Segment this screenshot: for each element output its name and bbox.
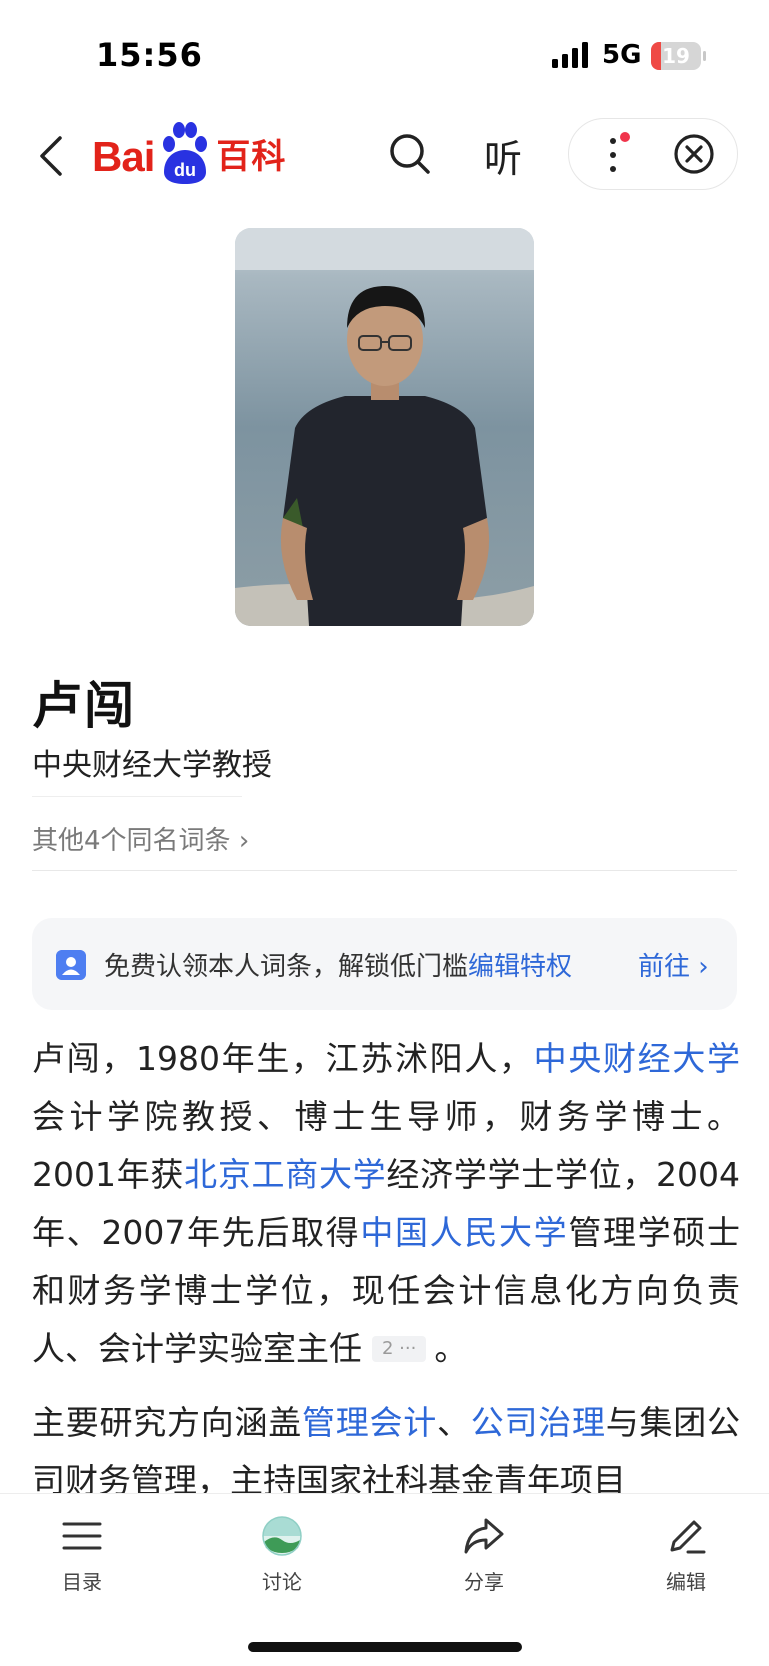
- text: 主要研究方向涵盖: [32, 1403, 302, 1442]
- status-time: 15:56: [96, 36, 203, 74]
- toolbar-label: 目录: [62, 1570, 102, 1594]
- chevron-right-icon: ›: [698, 952, 709, 982]
- status-bar: 15:56 5G 19: [0, 0, 769, 110]
- battery-icon: 19: [651, 42, 701, 70]
- claim-text-main: 免费认领本人词条，解锁低门槛: [104, 952, 469, 982]
- person-card-icon: [56, 950, 86, 980]
- claim-entry-banner[interactable]: 免费认领本人词条，解锁低门槛编辑特权 前往 ›: [32, 918, 737, 1010]
- entry-photo[interactable]: [235, 228, 534, 626]
- toolbar-contents-button[interactable]: 目录: [22, 1512, 142, 1595]
- text: 。: [434, 1329, 468, 1368]
- battery-level: 19: [662, 44, 690, 68]
- text: 卢闯，1980年生，江苏沭阳人，: [32, 1039, 534, 1078]
- list-icon: [62, 1522, 102, 1550]
- logo-bai-text: Bai: [92, 133, 155, 180]
- toolbar-discussion-button[interactable]: 讨论: [222, 1512, 342, 1595]
- discussion-icon: [262, 1516, 302, 1556]
- divider: [32, 796, 242, 797]
- homonym-label: 其他4个同名词条: [32, 826, 231, 856]
- logo-baike-text: 百科: [216, 137, 287, 177]
- article-body: 卢闯，1980年生，江苏沭阳人，中央财经大学会计学院教授、博士生导师，财务学博士…: [32, 1030, 740, 1510]
- toolbar-label: 编辑: [666, 1570, 706, 1594]
- homonym-entries-link[interactable]: 其他4个同名词条 ›: [32, 820, 249, 857]
- toolbar-share-button[interactable]: 分享: [424, 1512, 544, 1595]
- divider: [32, 870, 737, 871]
- edit-icon: [670, 1520, 706, 1554]
- entry-title: 卢闯: [32, 677, 136, 735]
- signal-icon: [552, 42, 588, 68]
- listen-button[interactable]: 听: [484, 128, 522, 183]
- toolbar-label: 分享: [464, 1570, 504, 1594]
- link-management-accounting[interactable]: 管理会计: [302, 1403, 437, 1442]
- logo-du-text: du: [174, 160, 196, 180]
- home-indicator[interactable]: [248, 1642, 522, 1652]
- toolbar-label: 讨论: [262, 1570, 302, 1594]
- chevron-right-icon: ›: [238, 826, 250, 856]
- link-cufe[interactable]: 中央财经大学: [534, 1039, 740, 1078]
- more-options-icon[interactable]: [599, 131, 639, 179]
- search-icon[interactable]: [386, 130, 434, 178]
- bottom-toolbar: 目录 讨论 分享 编辑: [0, 1493, 769, 1666]
- network-type: 5G: [602, 40, 642, 70]
- baidu-paw-icon: du: [163, 122, 208, 184]
- baidu-baike-logo[interactable]: Bai du 百科: [92, 116, 286, 186]
- text: 、: [437, 1403, 471, 1442]
- back-chevron-icon[interactable]: [32, 130, 72, 182]
- share-icon: [464, 1518, 504, 1554]
- close-circle-icon[interactable]: [673, 133, 715, 175]
- notification-dot: [620, 132, 630, 142]
- edit-privilege-link[interactable]: 编辑特权: [468, 952, 572, 982]
- claim-go-label: 前往: [638, 952, 691, 982]
- toolbar-edit-button[interactable]: 编辑: [626, 1512, 746, 1595]
- claim-text: 免费认领本人词条，解锁低门槛编辑特权: [104, 946, 572, 983]
- mini-program-capsule: [568, 118, 738, 190]
- top-nav: Bai du 百科 听: [0, 110, 769, 210]
- entry-subtitle: 中央财经大学教授: [32, 748, 272, 783]
- reference-badge[interactable]: 2 ···: [372, 1336, 427, 1362]
- battery-tip: [703, 51, 706, 61]
- intro-paragraph: 卢闯，1980年生，江苏沭阳人，中央财经大学会计学院教授、博士生导师，财务学博士…: [32, 1030, 740, 1378]
- link-corporate-governance[interactable]: 公司治理: [471, 1403, 606, 1442]
- link-btbu[interactable]: 北京工商大学: [184, 1155, 386, 1194]
- link-ruc[interactable]: 中国人民大学: [360, 1213, 568, 1252]
- claim-go-button[interactable]: 前往 ›: [638, 946, 709, 983]
